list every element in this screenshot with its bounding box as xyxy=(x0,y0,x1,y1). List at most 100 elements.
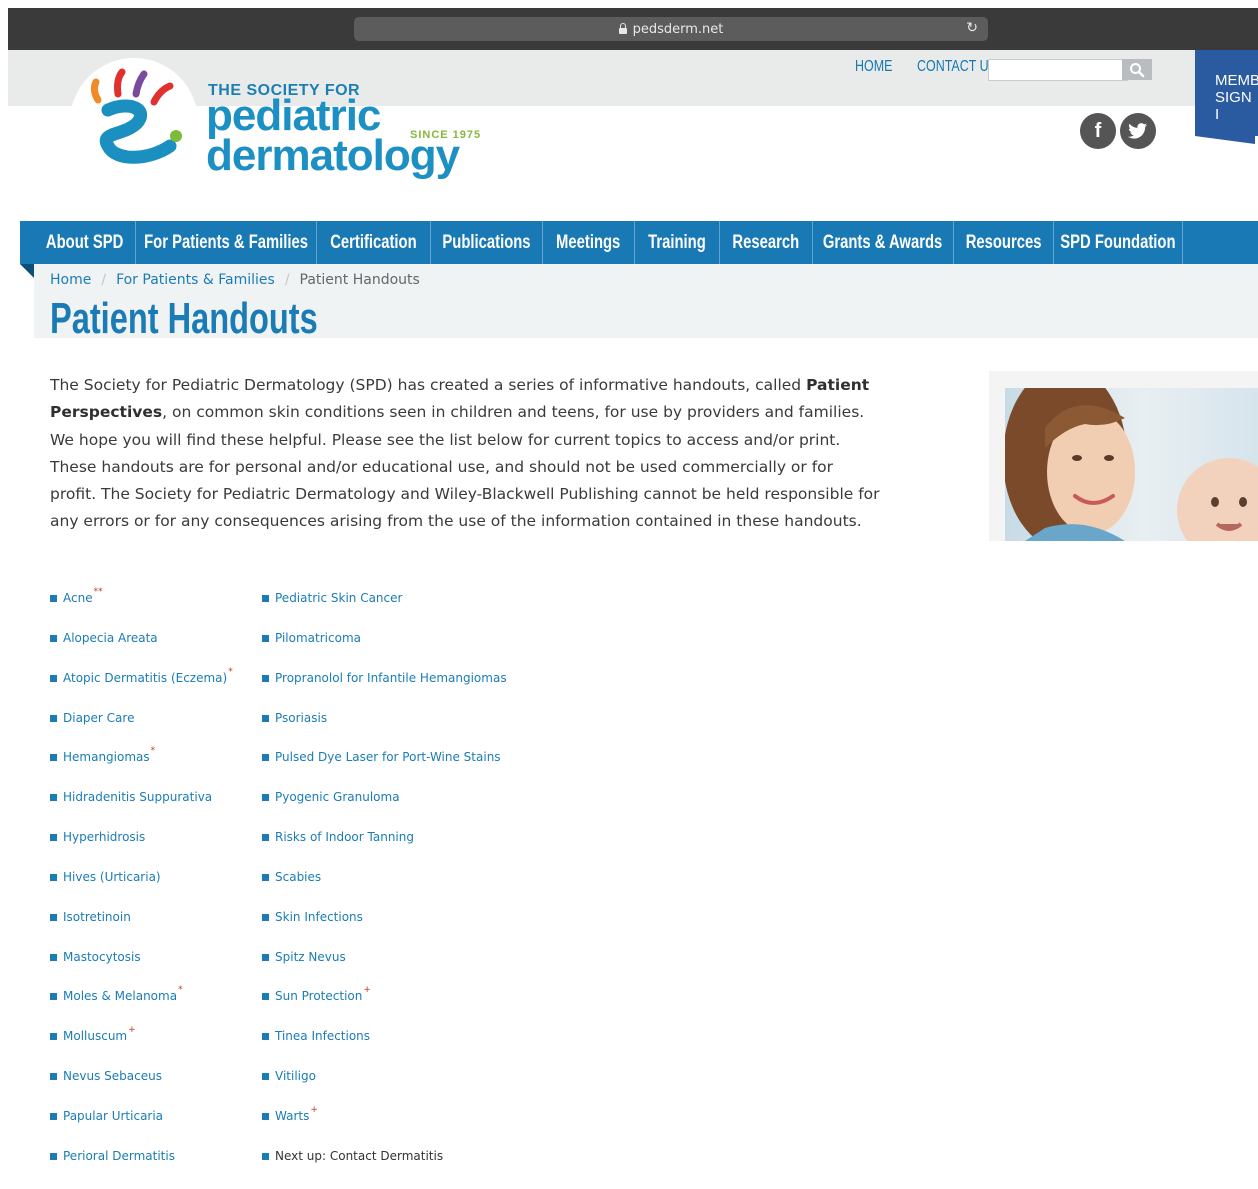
handout-scabies[interactable]: Scabies xyxy=(262,870,508,910)
member-tab-line-2: SIGN I xyxy=(1215,89,1252,123)
bullet-icon xyxy=(262,634,269,642)
handout-perioral-dermatitis[interactable]: Perioral Dermatitis xyxy=(50,1149,233,1189)
address-bar[interactable]: pedsderm.net ↻ xyxy=(354,17,988,41)
search-input[interactable] xyxy=(988,59,1128,81)
bullet-icon xyxy=(50,714,57,722)
bullet-icon xyxy=(262,1073,269,1081)
url-text: pedsderm.net xyxy=(632,21,724,37)
handout-vitiligo[interactable]: Vitiligo xyxy=(262,1069,508,1109)
handout-hyperhidrosis[interactable]: Hyperhidrosis xyxy=(50,830,233,870)
nav-meetings[interactable]: Meetings xyxy=(543,221,635,264)
twitter-bird-icon xyxy=(1128,123,1147,139)
handout-pyogenic-granuloma[interactable]: Pyogenic Granuloma xyxy=(262,790,508,830)
bullet-icon xyxy=(50,993,57,1001)
breadcrumb: Home / For Patients & Families / Patient… xyxy=(50,272,420,288)
bullet-icon xyxy=(50,834,57,842)
doctor-baby-photo xyxy=(1005,388,1258,541)
handout-indoor-tanning[interactable]: Risks of Indoor Tanning xyxy=(262,830,508,870)
nav-publications[interactable]: Publications xyxy=(431,221,543,264)
handout-next-up-note: Next up: Contact Dermatitis xyxy=(262,1149,508,1189)
handout-molluscum[interactable]: Molluscum + xyxy=(50,1025,233,1069)
facebook-icon[interactable]: f xyxy=(1080,113,1116,149)
nav-grants-awards[interactable]: Grants & Awards xyxy=(813,221,954,264)
nav-ribbon-fold xyxy=(20,264,34,278)
page-title: Patient Handouts xyxy=(50,294,318,343)
handout-hidradenitis-suppurativa[interactable]: Hidradenitis Suppurativa xyxy=(50,790,233,830)
photo-illustration xyxy=(1005,388,1258,541)
bullet-icon xyxy=(50,1073,57,1081)
member-sign-in-tab[interactable]: MEMBE SIGN I xyxy=(1195,50,1258,144)
search-button[interactable] xyxy=(1122,59,1152,80)
handout-isotretinoin[interactable]: Isotretinoin xyxy=(50,910,233,950)
bullet-icon xyxy=(50,674,57,682)
handout-atopic-dermatitis[interactable]: Atopic Dermatitis (Eczema) * xyxy=(50,667,233,711)
reload-icon[interactable]: ↻ xyxy=(966,20,978,36)
handout-propranolol[interactable]: Propranolol for Infantile Hemangiomas xyxy=(262,671,508,711)
bullet-icon xyxy=(262,674,269,682)
handout-pediatric-skin-cancer[interactable]: Pediatric Skin Cancer xyxy=(262,591,508,631)
bullet-icon xyxy=(50,595,57,602)
handout-alopecia-areata[interactable]: Alopecia Areata xyxy=(50,631,233,671)
bullet-icon xyxy=(50,794,57,802)
breadcrumb-home[interactable]: Home xyxy=(50,272,91,288)
bullet-icon xyxy=(262,993,269,1001)
bullet-icon xyxy=(262,834,269,842)
handout-pulsed-dye-laser[interactable]: Pulsed Dye Laser for Port-Wine Stains xyxy=(262,750,508,790)
intro-text-1: The Society for Pediatric Dermatology (S… xyxy=(50,376,807,394)
handout-pilomatricoma[interactable]: Pilomatricoma xyxy=(262,631,508,671)
search-icon xyxy=(1130,62,1145,77)
handout-acne[interactable]: Acne ** xyxy=(50,587,233,631)
home-link[interactable]: HOME xyxy=(855,58,892,76)
handout-diaper-care[interactable]: Diaper Care xyxy=(50,711,233,751)
handouts-list-left: Acne ** Alopecia Areata Atopic Dermatitis… xyxy=(50,587,233,1189)
bullet-icon xyxy=(262,714,269,722)
bullet-icon xyxy=(50,953,57,961)
breadcrumb-separator: / xyxy=(284,272,290,288)
main-nav: About SPD For Patients & Families Certif… xyxy=(20,221,1258,264)
handout-warts[interactable]: Warts + xyxy=(262,1105,508,1149)
nav-certification[interactable]: Certification xyxy=(317,221,431,264)
bullet-icon xyxy=(50,1152,57,1160)
handout-moles-melanoma[interactable]: Moles & Melanoma * xyxy=(50,985,233,1029)
nav-spd-foundation[interactable]: SPD Foundation xyxy=(1054,221,1183,264)
bullet-icon xyxy=(262,1152,269,1160)
handout-spitz-nevus[interactable]: Spitz Nevus xyxy=(262,950,508,990)
handout-mastocytosis[interactable]: Mastocytosis xyxy=(50,950,233,990)
member-tab-line-1: MEMBE xyxy=(1215,72,1258,89)
nav-research[interactable]: Research xyxy=(720,221,813,264)
bullet-icon xyxy=(262,873,269,881)
bullet-icon xyxy=(50,1112,57,1120)
contact-us-link[interactable]: CONTACT US xyxy=(917,58,997,76)
bullet-icon xyxy=(262,1033,269,1041)
breadcrumb-section[interactable]: For Patients & Families xyxy=(116,272,275,288)
hand-logo-icon xyxy=(90,68,182,164)
bullet-icon xyxy=(50,1033,57,1041)
handout-hives[interactable]: Hives (Urticaria) xyxy=(50,870,233,910)
nav-about-spd[interactable]: About SPD xyxy=(34,221,136,264)
lock-icon xyxy=(618,23,627,34)
handouts-list-right: Pediatric Skin Cancer Pilomatricoma Prop… xyxy=(262,591,508,1189)
handout-skin-infections[interactable]: Skin Infections xyxy=(262,910,508,950)
breadcrumb-separator: / xyxy=(101,272,107,288)
bullet-icon xyxy=(50,873,57,881)
bullet-icon xyxy=(262,913,269,921)
logo-since-text: SINCE 1975 xyxy=(410,129,482,141)
handout-papular-urticaria[interactable]: Papular Urticaria xyxy=(50,1109,233,1149)
handout-tinea-infections[interactable]: Tinea Infections xyxy=(262,1029,508,1069)
handout-hemangiomas[interactable]: Hemangiomas * xyxy=(50,746,233,790)
bullet-icon xyxy=(262,754,269,762)
bullet-icon xyxy=(50,634,57,642)
intro-text-2: , on common skin conditions seen in chil… xyxy=(50,403,880,531)
handout-psoriasis[interactable]: Psoriasis xyxy=(262,711,508,751)
nav-for-patients-families[interactable]: For Patients & Families xyxy=(136,221,317,264)
bullet-icon xyxy=(50,913,57,921)
bullet-icon xyxy=(262,595,269,602)
handout-nevus-sebaceus[interactable]: Nevus Sebaceus xyxy=(50,1069,233,1109)
bullet-icon xyxy=(50,754,57,762)
twitter-icon[interactable] xyxy=(1120,113,1156,149)
nav-resources[interactable]: Resources xyxy=(954,221,1054,264)
handout-sun-protection[interactable]: Sun Protection + xyxy=(262,985,508,1029)
bullet-icon xyxy=(262,953,269,961)
bullet-icon xyxy=(262,794,269,802)
nav-training[interactable]: Training xyxy=(635,221,720,264)
